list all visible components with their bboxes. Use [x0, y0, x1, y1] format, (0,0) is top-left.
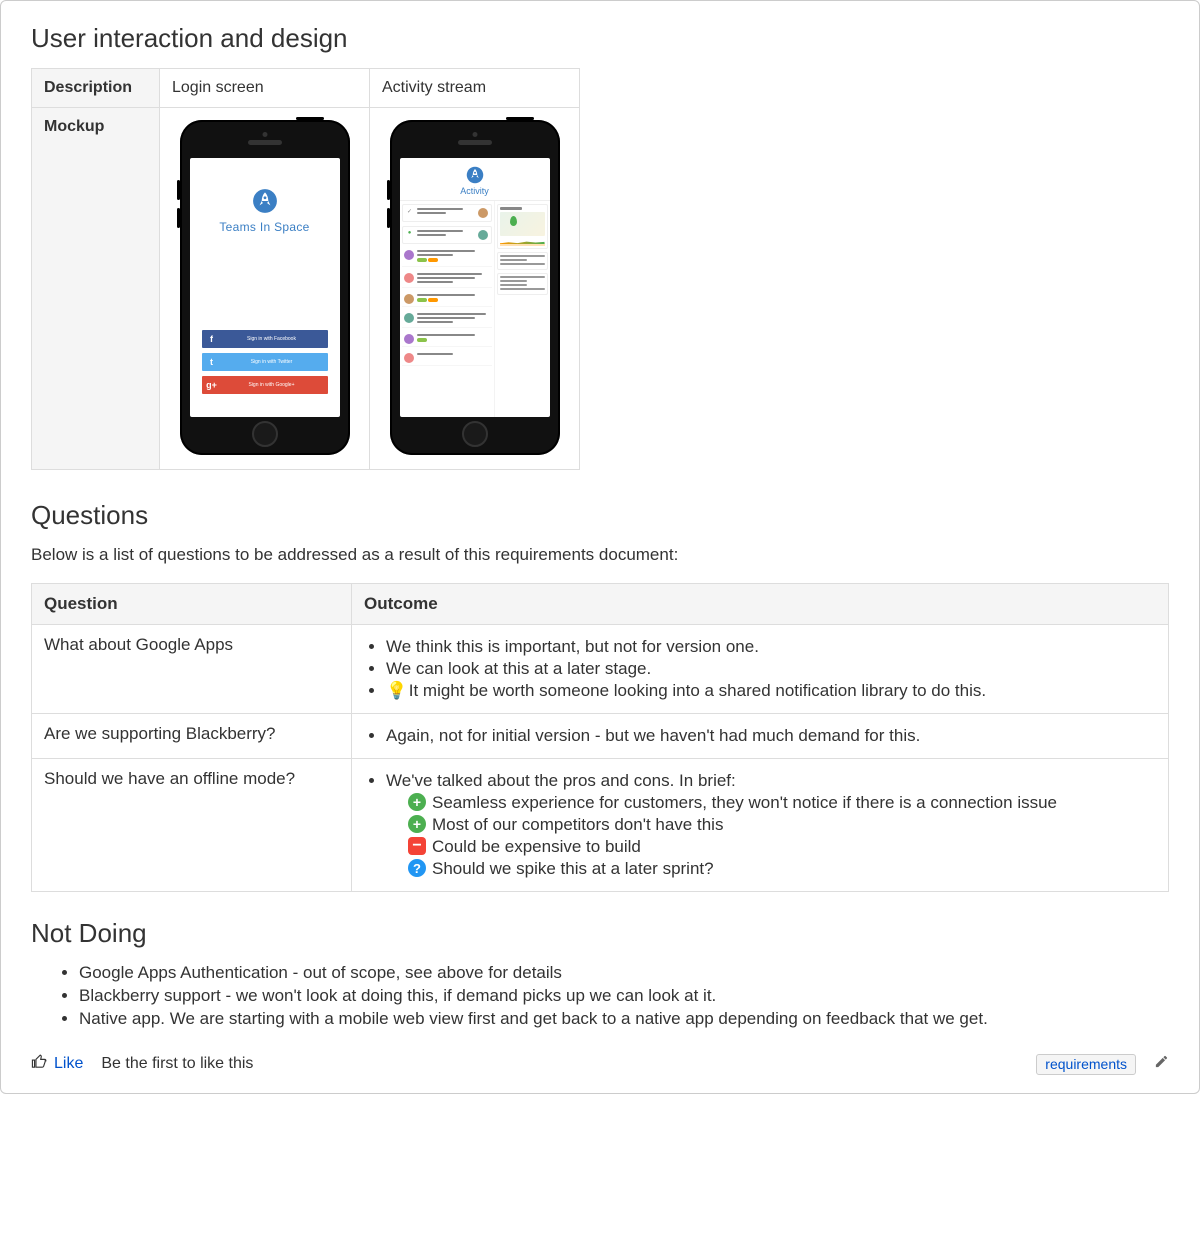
activity-title: Activity — [400, 186, 550, 196]
outcome-cell: We've talked about the pros and cons. In… — [352, 759, 1169, 892]
rocket-icon — [466, 166, 484, 184]
question-text: Should we have an offline mode? — [32, 759, 352, 892]
page-content: User interaction and design Description … — [0, 0, 1200, 1094]
not-doing-list: Google Apps Authentication - out of scop… — [31, 963, 1169, 1029]
mockup-col-activity-label: Activity stream — [370, 69, 580, 108]
table-row: What about Google Apps We think this is … — [32, 625, 1169, 714]
table-row: Should we have an offline mode? We've ta… — [32, 759, 1169, 892]
mockup-col-login-label: Login screen — [160, 69, 370, 108]
qtable-header-outcome: Outcome — [352, 584, 1169, 625]
plus-icon: + — [408, 793, 426, 811]
like-hint: Be the first to like this — [101, 1055, 253, 1073]
edit-labels-button[interactable] — [1154, 1054, 1169, 1074]
brand-text: Teams In Space — [190, 220, 340, 234]
list-item: Blackberry support - we won't look at do… — [79, 986, 1169, 1006]
like-label: Like — [54, 1055, 83, 1073]
heading-questions: Questions — [31, 500, 1169, 531]
outcome-item: 💡 It might be worth someone looking into… — [386, 681, 1156, 701]
plus-icon: + — [408, 815, 426, 833]
questions-table: Question Outcome What about Google Apps … — [31, 583, 1169, 892]
outcome-cell: Again, not for initial version - but we … — [352, 714, 1169, 759]
question-icon: ? — [408, 859, 426, 877]
mockup-rowhead-description: Description — [32, 69, 160, 108]
phone-mockup-activity: Activity ✓ ● — [390, 120, 560, 455]
qtable-header-question: Question — [32, 584, 352, 625]
heading-not-doing: Not Doing — [31, 918, 1169, 949]
tag-requirements[interactable]: requirements — [1036, 1054, 1136, 1075]
question-text: What about Google Apps — [32, 625, 352, 714]
table-row: Are we supporting Blackberry? Again, not… — [32, 714, 1169, 759]
outcome-item: We've talked about the pros and cons. In… — [386, 771, 1156, 879]
outcome-cell: We think this is important, but not for … — [352, 625, 1169, 714]
mockup-login-cell: Teams In Space fSign in with Facebook tS… — [160, 108, 370, 470]
outcome-point: Should we spike this at a later sprint? — [432, 859, 714, 879]
list-item: Google Apps Authentication - out of scop… — [79, 963, 1169, 983]
outcome-point: Most of our competitors don't have this — [432, 815, 723, 835]
rocket-icon — [252, 188, 278, 214]
outcome-point: Seamless experience for customers, they … — [432, 793, 1057, 813]
mockup-table: Description Login screen Activity stream… — [31, 68, 580, 470]
like-button[interactable]: Like — [31, 1053, 83, 1075]
login-twitter-button: tSign in with Twitter — [202, 353, 328, 371]
mockup-activity-cell: Activity ✓ ● — [370, 108, 580, 470]
heading-ui-design: User interaction and design — [31, 23, 1169, 54]
outcome-item: We can look at this at a later stage. — [386, 659, 1156, 679]
login-google-button: g+Sign in with Google+ — [202, 376, 328, 394]
question-text: Are we supporting Blackberry? — [32, 714, 352, 759]
outcome-item: We think this is important, but not for … — [386, 637, 1156, 657]
list-item: Native app. We are starting with a mobil… — [79, 1009, 1169, 1029]
outcome-item: Again, not for initial version - but we … — [386, 726, 1156, 746]
lightbulb-icon: 💡 — [386, 681, 404, 701]
questions-intro: Below is a list of questions to be addre… — [31, 545, 1169, 565]
minus-icon: − — [408, 837, 426, 855]
page-footer: Like Be the first to like this requireme… — [31, 1049, 1169, 1075]
phone-mockup-login: Teams In Space fSign in with Facebook tS… — [180, 120, 350, 455]
login-facebook-button: fSign in with Facebook — [202, 330, 328, 348]
thumbs-up-icon — [31, 1053, 48, 1075]
mockup-rowhead-mockup: Mockup — [32, 108, 160, 470]
outcome-point: Could be expensive to build — [432, 837, 641, 857]
